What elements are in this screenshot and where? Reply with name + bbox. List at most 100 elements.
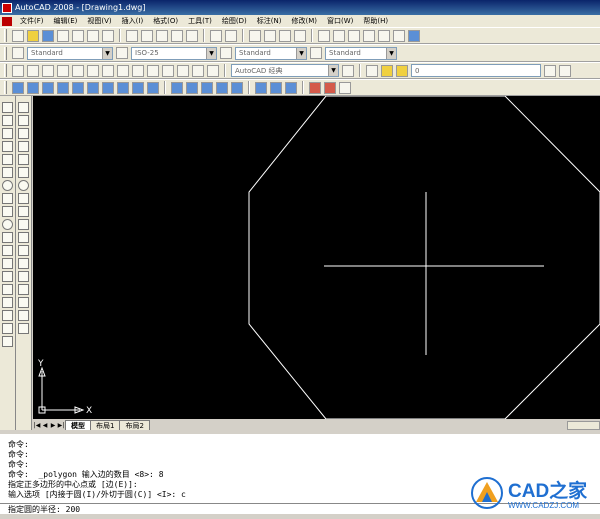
chevron-down-icon[interactable]: ▼ [206, 47, 216, 59]
torus-icon[interactable] [102, 81, 114, 94]
hatch-icon[interactable] [2, 284, 13, 295]
undo-icon[interactable] [210, 29, 222, 42]
chevron-down-icon[interactable]: ▼ [102, 47, 112, 59]
menu-dimension[interactable]: 标注(N) [252, 16, 287, 26]
zoom-realtime-icon[interactable] [264, 29, 276, 42]
make-current-layer-icon[interactable] [544, 64, 556, 77]
planar-surface-icon[interactable] [147, 81, 159, 94]
tolerance-icon[interactable] [177, 64, 189, 77]
ellipse-arc-icon[interactable] [2, 232, 13, 243]
construction-line-icon[interactable] [2, 115, 13, 126]
zoom-previous-icon[interactable] [294, 29, 306, 42]
insert-block-icon[interactable] [2, 245, 13, 256]
polyline-icon[interactable] [2, 128, 13, 139]
cut-icon[interactable] [126, 29, 138, 42]
make-block-icon[interactable] [2, 258, 13, 269]
drawing-canvas[interactable]: Y X [33, 96, 600, 419]
quick-dimension-icon[interactable] [132, 64, 144, 77]
match-properties-icon[interactable] [171, 29, 183, 42]
zoom-window-icon[interactable] [279, 29, 291, 42]
3d-move-icon[interactable] [309, 81, 321, 94]
next-tab-arrow-icon[interactable]: ▶ [49, 421, 57, 430]
spline-icon[interactable] [2, 206, 13, 217]
offset-icon[interactable] [18, 141, 29, 152]
dimension-style-select[interactable]: ISO-25 ▼ [131, 46, 217, 60]
subtract-icon[interactable] [270, 81, 282, 94]
3d-align-icon[interactable] [339, 81, 351, 94]
baseline-icon[interactable] [147, 64, 159, 77]
table-style-select[interactable]: Standard ▼ [235, 46, 307, 60]
stretch-icon[interactable] [18, 206, 29, 217]
workspace-select[interactable]: AutoCAD 经典 ▼ [231, 64, 339, 77]
continue-icon[interactable] [162, 64, 174, 77]
3d-dwf-icon[interactable] [102, 29, 114, 42]
chamfer-icon[interactable] [18, 284, 29, 295]
layer-on-lightbulb-icon[interactable] [381, 64, 393, 77]
region-icon[interactable] [2, 310, 13, 321]
chevron-down-icon[interactable]: ▼ [328, 65, 338, 76]
ellipse-icon[interactable] [2, 219, 13, 230]
toolbar-grip[interactable] [4, 29, 7, 42]
table-icon[interactable] [2, 323, 13, 334]
layer-properties-icon[interactable] [366, 64, 378, 77]
tab-layout2[interactable]: 布局2 [119, 420, 150, 430]
properties-icon[interactable] [318, 29, 330, 42]
presspull-icon[interactable] [186, 81, 198, 94]
center-mark-icon[interactable] [192, 64, 204, 77]
print-icon[interactable] [57, 29, 69, 42]
sphere-icon[interactable] [72, 81, 84, 94]
prev-tab-arrow-icon[interactable]: ◀ [41, 421, 49, 430]
publish-icon[interactable] [87, 29, 99, 42]
move-icon[interactable] [18, 167, 29, 178]
arc-icon[interactable] [2, 167, 13, 178]
polygon-icon[interactable] [2, 141, 13, 152]
explode-icon[interactable] [18, 310, 29, 321]
workspace-settings-icon[interactable] [342, 64, 354, 77]
erase-icon[interactable] [18, 102, 29, 113]
toolbar-grip[interactable] [4, 81, 7, 94]
first-tab-arrow-icon[interactable]: |◀ [33, 421, 41, 430]
rotate-icon[interactable] [18, 180, 29, 191]
3d-rotate-icon[interactable] [324, 81, 336, 94]
help-icon[interactable] [408, 29, 420, 42]
box-icon[interactable] [27, 81, 39, 94]
redo-icon[interactable] [225, 29, 237, 42]
polysolid-icon[interactable] [12, 81, 24, 94]
menu-draw[interactable]: 绘图(D) [217, 16, 252, 26]
helix-icon[interactable] [132, 81, 144, 94]
point-icon[interactable] [2, 271, 13, 282]
menu-format[interactable]: 格式(O) [148, 16, 183, 26]
paste-icon[interactable] [156, 29, 168, 42]
horizontal-scrollbar[interactable] [567, 421, 600, 430]
tab-layout1[interactable]: 布局1 [90, 420, 121, 430]
tool-palettes-icon[interactable] [348, 29, 360, 42]
diameter-icon[interactable] [102, 64, 114, 77]
menu-window[interactable]: 窗口(W) [322, 16, 358, 26]
layer-select[interactable]: 0 [411, 64, 541, 77]
chevron-down-icon[interactable]: ▼ [386, 47, 396, 59]
copy-icon[interactable] [141, 29, 153, 42]
dimension-style-icon[interactable] [116, 47, 128, 59]
join-icon[interactable] [18, 271, 29, 282]
sheet-set-icon[interactable] [363, 29, 375, 42]
document-system-icon[interactable] [2, 16, 12, 26]
save-icon[interactable] [42, 29, 54, 42]
intersect-icon[interactable] [285, 81, 297, 94]
menu-tools[interactable]: 工具(T) [183, 16, 217, 26]
array-icon[interactable] [18, 154, 29, 165]
multiline-text-icon[interactable] [2, 336, 13, 347]
pan-icon[interactable] [249, 29, 261, 42]
linear-dimension-icon[interactable] [12, 64, 24, 77]
rectangle-icon[interactable] [2, 154, 13, 165]
gradient-icon[interactable] [2, 297, 13, 308]
quickcalc-icon[interactable] [393, 29, 405, 42]
menu-modify[interactable]: 修改(M) [286, 16, 322, 26]
break-at-point-icon[interactable] [18, 245, 29, 256]
mirror-icon[interactable] [18, 128, 29, 139]
tab-model[interactable]: 模型 [65, 420, 91, 430]
layer-previous-icon[interactable] [559, 64, 571, 77]
union-icon[interactable] [255, 81, 267, 94]
wedge-icon[interactable] [42, 81, 54, 94]
design-center-icon[interactable] [333, 29, 345, 42]
aligned-dimension-icon[interactable] [27, 64, 39, 77]
